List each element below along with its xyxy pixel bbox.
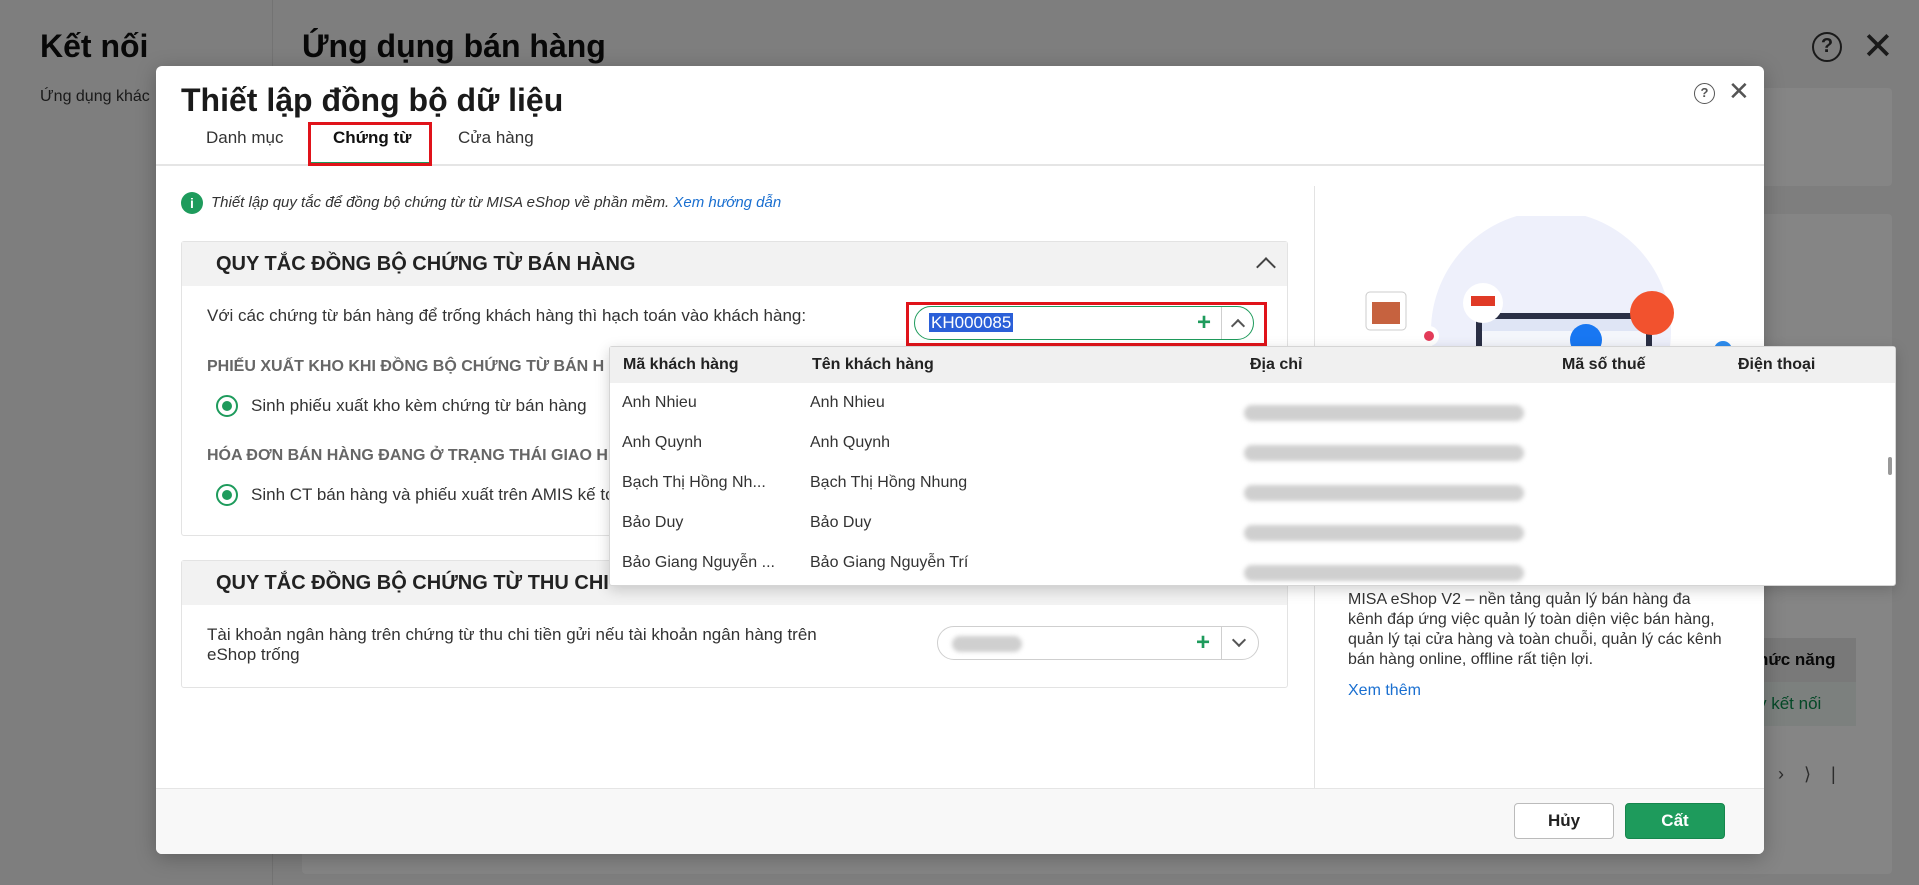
bank-account-label: Tài khoản ngân hàng trên chứng từ thu ch… xyxy=(207,625,817,644)
section-title: QUY TẮC ĐỒNG BỘ CHỨNG TỪ THU CHI xyxy=(216,572,609,594)
group-label: PHIẾU XUẤT KHO KHI ĐỒNG BỘ CHỨNG TỪ BÁN … xyxy=(207,358,605,375)
list-item[interactable]: Anh Nhieu Anh Nhieu xyxy=(610,383,1895,423)
column-header: Địa chỉ xyxy=(1250,356,1303,373)
help-icon[interactable]: ? xyxy=(1694,83,1715,104)
radio-button[interactable] xyxy=(216,395,238,417)
save-button[interactable]: Cất xyxy=(1625,803,1725,839)
scrollbar-thumb[interactable] xyxy=(1888,457,1892,475)
default-customer-label: Với các chứng từ bán hàng để trống khách… xyxy=(207,306,807,325)
group-label: HÓA ĐƠN BÁN HÀNG ĐANG Ở TRẠNG THÁI GIAO … xyxy=(207,447,608,464)
radio-label: Sinh CT bán hàng và phiếu xuất trên AMIS… xyxy=(251,485,615,504)
promo-description: MISA eShop V2 – nền tảng quản lý bán hàn… xyxy=(1348,591,1722,668)
close-icon[interactable]: ✕ xyxy=(1728,78,1750,104)
tab-cua-hang[interactable]: Cửa hàng xyxy=(458,128,534,148)
column-header: Tên khách hàng xyxy=(812,356,934,373)
column-header: Mã số thuế xyxy=(1562,356,1646,373)
radio-label: Sinh phiếu xuất kho kèm chứng từ bán hàn… xyxy=(251,396,587,415)
list-item[interactable]: Bạch Thị Hồng Nh... Bạch Thị Hồng Nhung xyxy=(610,463,1895,503)
bank-account-label: eShop trống xyxy=(207,645,300,664)
customer-dropdown: Mã khách hàng Tên khách hàng Địa chỉ Mã … xyxy=(609,346,1896,586)
info-icon: i xyxy=(181,192,203,214)
customer-highlight-box xyxy=(906,302,1267,346)
plus-icon[interactable]: + xyxy=(1196,629,1210,657)
info-banner: i Thiết lập quy tắc để đồng bộ chứng từ t… xyxy=(181,192,781,214)
list-item[interactable]: Bảo Duy Bảo Duy xyxy=(610,503,1895,543)
column-header: Mã khách hàng xyxy=(623,356,739,373)
dropdown-header: Mã khách hàng Tên khách hàng Địa chỉ Mã … xyxy=(610,347,1895,383)
radio-button[interactable] xyxy=(216,484,238,506)
list-item[interactable]: Anh Quynh Anh Quynh xyxy=(610,423,1895,463)
info-text: Thiết lập quy tắc để đồng bộ chứng từ từ… xyxy=(211,193,670,211)
modal-title: Thiết lập đồng bộ dữ liệu xyxy=(181,82,564,118)
learn-more-link[interactable]: Xem thêm xyxy=(1348,682,1421,700)
tab-danh-muc[interactable]: Danh mục xyxy=(206,128,283,148)
section-title: QUY TẮC ĐỒNG BỘ CHỨNG TỪ BÁN HÀNG xyxy=(216,253,636,275)
redacted-value xyxy=(952,636,1022,652)
section-header[interactable]: QUY TẮC ĐỒNG BỘ CHỨNG TỪ BÁN HÀNG xyxy=(182,242,1287,286)
column-header: Điện thoại xyxy=(1738,356,1816,373)
chevron-down-icon[interactable] xyxy=(1231,632,1247,648)
cancel-button[interactable]: Hủy xyxy=(1514,803,1614,839)
guide-link[interactable]: Xem hướng dẫn xyxy=(673,194,781,211)
list-item[interactable]: Bảo Giang Nguyễn ... Bảo Giang Nguyễn Tr… xyxy=(610,543,1895,583)
chevron-up-icon[interactable] xyxy=(1256,257,1276,277)
modal-footer: Hủy Cất xyxy=(156,788,1764,854)
tab-highlight-box xyxy=(308,122,432,166)
bank-account-combobox[interactable]: + xyxy=(937,626,1259,660)
